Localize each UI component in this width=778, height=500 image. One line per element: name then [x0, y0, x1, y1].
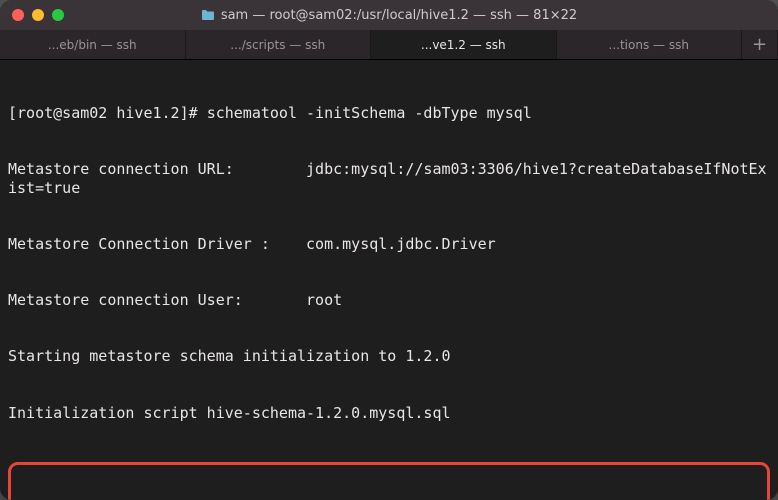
- tab-bar: ...eb/bin — ssh .../scripts — ssh ...ve1…: [0, 30, 778, 60]
- terminal-body[interactable]: [root@sam02 hive1.2]# schematool -initSc…: [0, 60, 778, 500]
- plus-icon: +: [752, 34, 767, 55]
- error-highlight-box: Error: Duplicate key name 'PCS_STATS_IDX…: [8, 462, 770, 500]
- prompt: [root@sam02 hive1.2]#: [8, 104, 207, 122]
- terminal-line: [root@sam02 hive1.2]# schematool -initSc…: [8, 104, 770, 123]
- folder-icon: [201, 9, 215, 21]
- new-tab-button[interactable]: +: [742, 30, 778, 59]
- tab-0[interactable]: ...eb/bin — ssh: [0, 30, 186, 59]
- close-icon[interactable]: [12, 9, 24, 21]
- tab-label: ...eb/bin — ssh: [48, 38, 137, 52]
- terminal-line: Starting metastore schema initialization…: [8, 347, 770, 366]
- terminal-window: sam — root@sam02:/usr/local/hive1.2 — ss…: [0, 0, 778, 500]
- terminal-line: Metastore Connection Driver : com.mysql.…: [8, 235, 770, 254]
- tab-label: ...ve1.2 — ssh: [421, 38, 506, 52]
- terminal-line: Initialization script hive-schema-1.2.0.…: [8, 404, 770, 423]
- window-controls: [12, 9, 64, 21]
- titlebar: sam — root@sam02:/usr/local/hive1.2 — ss…: [0, 0, 778, 30]
- terminal-line: Metastore connection User: root: [8, 291, 770, 310]
- window-title-text: sam — root@sam02:/usr/local/hive1.2 — ss…: [221, 8, 577, 23]
- terminal-line: Metastore connection URL: jdbc:mysql://s…: [8, 160, 770, 198]
- tab-2[interactable]: ...ve1.2 — ssh: [371, 30, 557, 59]
- tab-3[interactable]: ...tions — ssh: [557, 30, 743, 59]
- minimize-icon[interactable]: [32, 9, 44, 21]
- zoom-icon[interactable]: [52, 9, 64, 21]
- window-title: sam — root@sam02:/usr/local/hive1.2 — ss…: [0, 8, 778, 23]
- tab-label: ...tions — ssh: [609, 38, 689, 52]
- command-text: schematool -initSchema -dbType mysql: [207, 104, 532, 122]
- tab-label: .../scripts — ssh: [230, 38, 325, 52]
- tab-1[interactable]: .../scripts — ssh: [186, 30, 372, 59]
